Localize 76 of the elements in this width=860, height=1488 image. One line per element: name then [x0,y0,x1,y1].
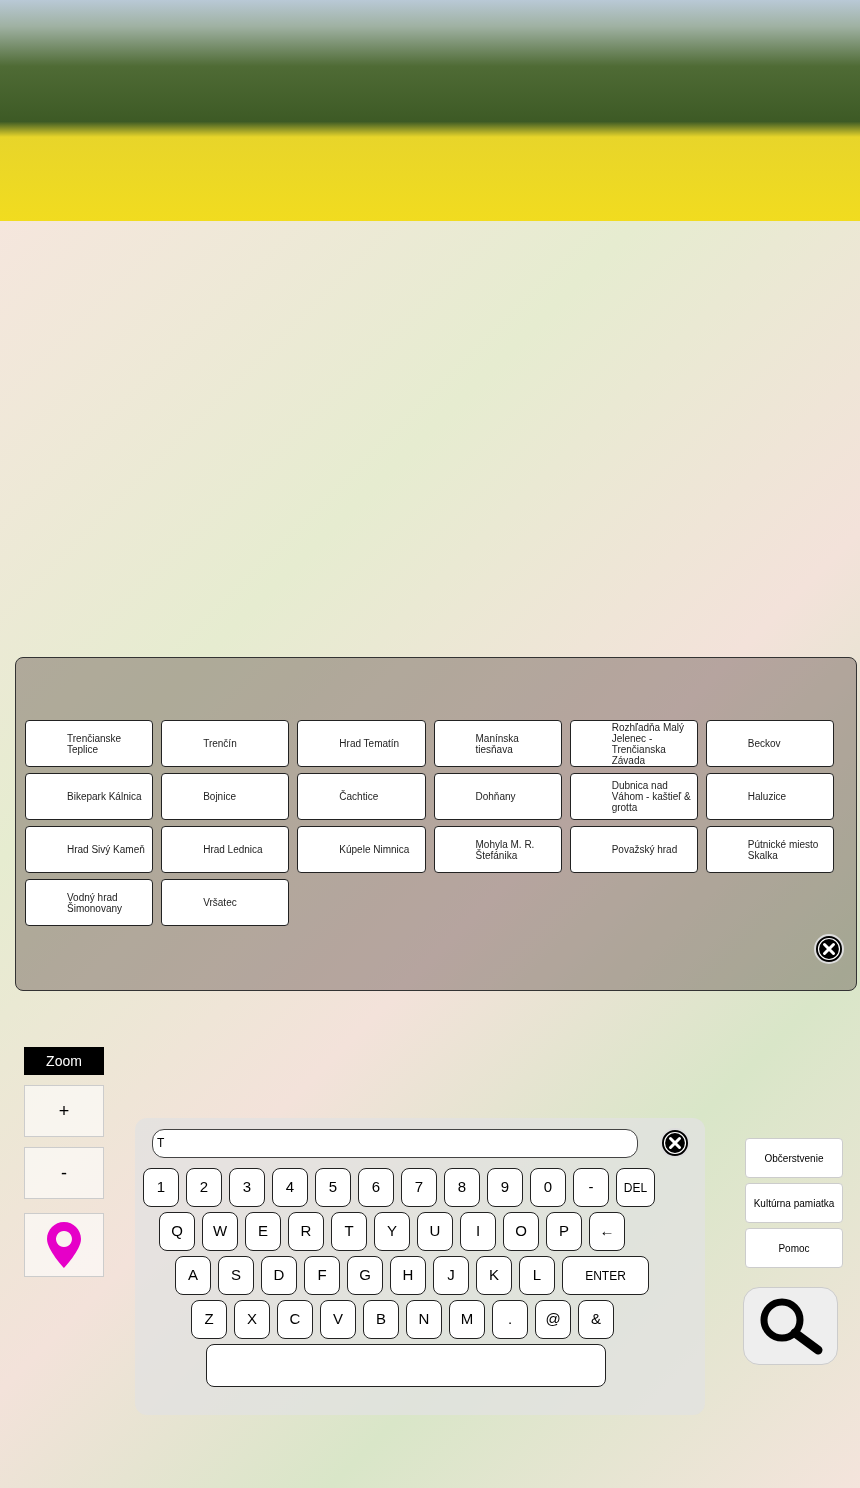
place-button[interactable]: Rozhľadňa Malý Jelenec - Trenčianska Závada [569,720,698,767]
keyboard-key[interactable]: ENTER [562,1256,649,1295]
keyboard-key[interactable]: W [202,1212,238,1251]
keyboard-key[interactable]: C [277,1300,313,1339]
place-button[interactable]: Manínska tiesňava [433,720,562,767]
keyboard-key[interactable]: 9 [487,1168,523,1207]
zoom-label: Zoom [24,1047,104,1075]
zoom-button[interactable]: + [24,1085,104,1137]
search-button[interactable] [743,1287,838,1365]
place-button[interactable]: Hrad Sivý Kameň [25,826,154,873]
zoom-button[interactable]: - [24,1147,104,1199]
keyboard-key[interactable]: O [503,1212,539,1251]
place-button[interactable]: Vodný hrad Šimonovany [25,879,154,926]
keyboard-key[interactable]: 8 [444,1168,480,1207]
keyboard-key[interactable]: G [347,1256,383,1295]
keyboard-key[interactable]: K [476,1256,512,1295]
keyboard-key[interactable]: J [433,1256,469,1295]
keyboard-key[interactable]: F [304,1256,340,1295]
keyboard-key[interactable]: L [519,1256,555,1295]
keyboard-key[interactable]: Q [159,1212,195,1251]
keyboard-key[interactable]: X [234,1300,270,1339]
place-button[interactable]: Hrad Tematín [297,720,426,767]
place-button[interactable]: Dohňany [433,773,562,820]
place-button[interactable]: Pútnické miesto Skalka [705,826,834,873]
place-button[interactable]: Bojnice [161,773,290,820]
map-pin-icon [47,1222,81,1268]
place-button[interactable]: Kúpele Nimnica [297,826,426,873]
keyboard-key[interactable]: M [449,1300,485,1339]
keyboard-key[interactable]: Y [374,1212,410,1251]
keyboard-key[interactable]: @ [535,1300,571,1339]
place-button[interactable]: Čachtice [297,773,426,820]
place-button[interactable]: Považský hrad [569,826,698,873]
keyboard-key[interactable]: H [390,1256,426,1295]
keyboard-key[interactable]: 7 [401,1168,437,1207]
place-button[interactable]: Beckov [705,720,834,767]
close-icon[interactable] [660,1128,690,1158]
keyboard-key[interactable]: 1 [143,1168,179,1207]
place-button[interactable]: Dubnica nad Váhom - kaštieľ & grotta [569,773,698,820]
keyboard-key[interactable]: A [175,1256,211,1295]
place-button[interactable]: Trenčín [161,720,290,767]
keyboard-key[interactable]: ← [589,1212,625,1251]
place-button[interactable]: Haluzice [705,773,834,820]
keyboard-key[interactable]: S [218,1256,254,1295]
place-button[interactable]: Bikepark Kálnica [25,773,154,820]
keyboard-key[interactable]: - [573,1168,609,1207]
category-button[interactable]: Kultúrna pamiatka [745,1183,843,1223]
place-button[interactable]: Vršatec [161,879,290,926]
space-bar[interactable] [206,1344,606,1387]
category-button[interactable]: Pomoc [745,1228,843,1268]
keyboard-key[interactable]: V [320,1300,356,1339]
keyboard-key[interactable]: T [331,1212,367,1251]
place-button[interactable]: Trenčianske Teplice [25,720,154,767]
keyboard-key[interactable]: N [406,1300,442,1339]
keyboard-key[interactable]: 4 [272,1168,308,1207]
category-button[interactable]: Občerstvenie [745,1138,843,1178]
keyboard-key[interactable]: U [417,1212,453,1251]
keyboard-key[interactable]: 3 [229,1168,265,1207]
keyboard-key[interactable]: 0 [530,1168,566,1207]
keyboard-key[interactable]: 2 [186,1168,222,1207]
keyboard-key[interactable]: D [261,1256,297,1295]
keyboard-key[interactable]: & [578,1300,614,1339]
place-button[interactable]: Hrad Lednica [161,826,290,873]
search-input-field[interactable]: T [152,1128,638,1158]
keyboard-key[interactable]: DEL [616,1168,655,1207]
keyboard-key[interactable]: Z [191,1300,227,1339]
location-button[interactable] [24,1213,104,1277]
keyboard-key[interactable]: I [460,1212,496,1251]
keyboard-key[interactable]: . [492,1300,528,1339]
keyboard-key[interactable]: P [546,1212,582,1251]
keyboard-key[interactable]: B [363,1300,399,1339]
keyboard-key[interactable]: E [245,1212,281,1251]
keyboard-key[interactable]: 6 [358,1168,394,1207]
close-icon[interactable] [814,934,844,964]
keyboard-key[interactable]: 5 [315,1168,351,1207]
place-button[interactable]: Mohyla M. R. Štefánika [433,826,562,873]
keyboard-key[interactable]: R [288,1212,324,1251]
